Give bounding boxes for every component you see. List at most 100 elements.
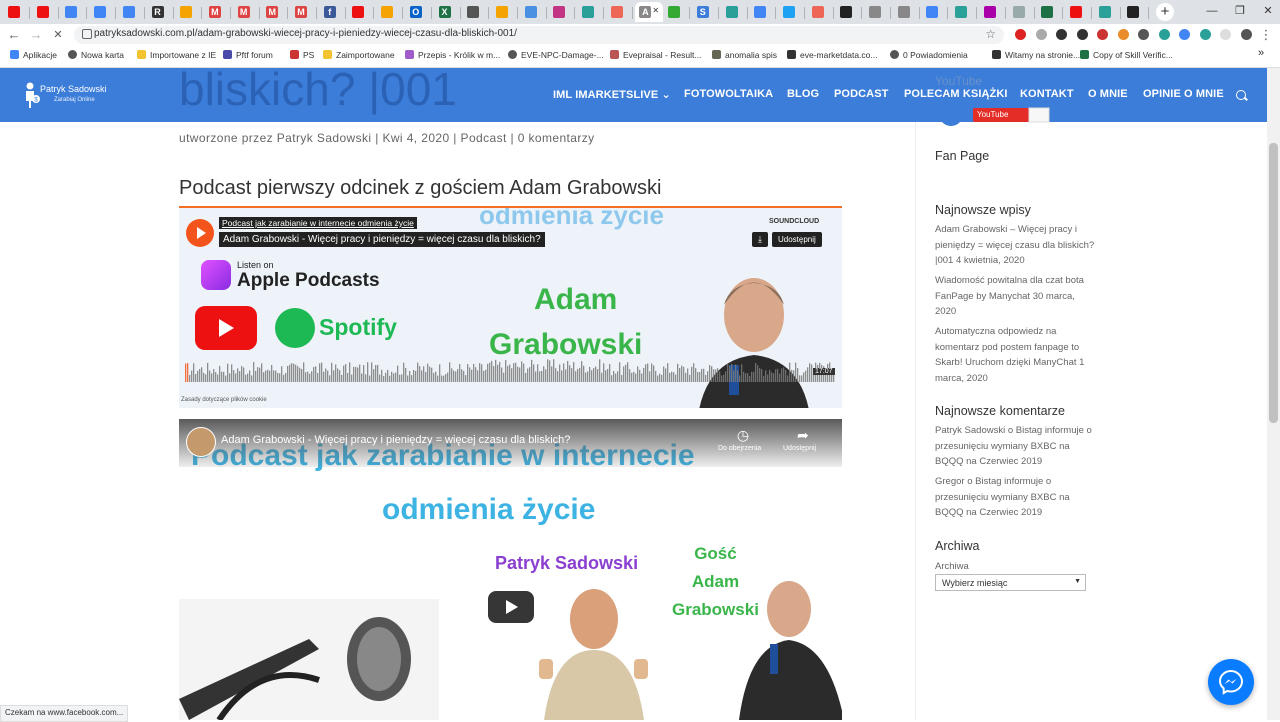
back-button[interactable]: ← [6, 27, 22, 43]
url-text[interactable]: patryksadowski.com.pl/adam-grabowski-wie… [94, 28, 517, 39]
browser-tab[interactable] [119, 2, 145, 22]
share-label[interactable]: Udostępnij [783, 445, 816, 452]
cookie-policy-link[interactable]: Zasady dotyczące plików cookie [181, 397, 267, 403]
page-scrollbar[interactable] [1267, 68, 1280, 720]
browser-tab[interactable] [750, 2, 777, 22]
browser-tab[interactable]: R [148, 2, 174, 22]
share-icon[interactable]: ➦ [797, 427, 809, 444]
browser-tab[interactable] [492, 2, 518, 22]
bookmark-item[interactable]: EVE-NPC-Damage-... [508, 50, 604, 60]
bookmark-item[interactable]: Aplikacje [10, 50, 57, 60]
bookmark-star-icon[interactable]: ☆ [985, 27, 996, 41]
new-tab-button[interactable]: + [1156, 3, 1174, 21]
menu-item[interactable]: IML IMARKETSLIVE ⌄ [553, 88, 671, 101]
bookmark-item[interactable]: Copy of Skill Verific... [1080, 50, 1173, 60]
browser-tab[interactable]: O [406, 2, 432, 22]
latest-post-link[interactable]: Automatyczna odpowiedz na komentarz pod … [935, 324, 1095, 386]
browser-tab[interactable] [33, 2, 59, 22]
watch-later-icon[interactable]: ◷ [728, 427, 758, 444]
latest-post-link[interactable]: Adam Grabowski – Więcej pracy i pieniędz… [935, 222, 1095, 269]
extension-icon[interactable] [1220, 29, 1231, 40]
browser-tab[interactable] [664, 2, 691, 22]
browser-tab[interactable]: S [693, 2, 719, 22]
browser-tab[interactable]: M [291, 2, 317, 22]
lock-icon[interactable] [82, 29, 92, 39]
bookmark-item[interactable]: eve-marketdata.co... [787, 50, 877, 60]
omnibox[interactable]: patryksadowski.com.pl/adam-grabowski-wie… [74, 26, 1004, 44]
extension-icon[interactable] [1199, 29, 1211, 40]
play-button[interactable] [186, 219, 214, 247]
bookmark-item[interactable]: Importowane z IE [137, 50, 216, 60]
soundcloud-logo[interactable]: SOUNDCLOUD [769, 218, 819, 225]
menu-item[interactable]: OPINIE O MNIE [1143, 88, 1224, 100]
youtube-play-button[interactable] [488, 591, 534, 623]
bookmark-item[interactable]: Nowa karta [68, 50, 124, 60]
browser-tab[interactable] [377, 2, 404, 22]
browser-tab[interactable] [549, 2, 576, 22]
track-title[interactable]: Adam Grabowski - Więcej pracy i pieniędz… [219, 232, 545, 247]
browser-tab[interactable] [90, 2, 117, 22]
extension-icon[interactable] [1179, 29, 1190, 40]
browser-tab[interactable] [61, 2, 88, 22]
bookmark-item[interactable]: 0 Powiadomienia [890, 50, 968, 60]
menu-item[interactable]: POLECAM KSIĄŻKI [904, 88, 1008, 100]
menu-item[interactable]: PODCAST [834, 88, 888, 100]
youtube-player[interactable]: Podcast jak zarabianie w internecie odmi… [179, 419, 842, 720]
extension-icon[interactable] [1015, 29, 1026, 40]
browser-tab[interactable] [1123, 2, 1150, 22]
extension-icon[interactable] [1138, 29, 1149, 40]
browser-tab[interactable] [1095, 2, 1121, 22]
browser-tab[interactable] [951, 2, 978, 22]
browser-tab[interactable]: X [435, 2, 461, 22]
download-button[interactable]: ⤓ [752, 232, 768, 247]
browser-tab[interactable] [1066, 2, 1092, 22]
bookmark-item[interactable]: anomalia spis [712, 50, 777, 60]
window-close-button[interactable]: ✕ [1254, 2, 1280, 20]
extension-icon[interactable] [1097, 29, 1108, 40]
stop-loading-button[interactable]: ✕ [50, 27, 66, 43]
maximize-button[interactable]: ❐ [1226, 2, 1254, 20]
browser-tab[interactable] [894, 2, 920, 22]
browser-tab[interactable]: M [205, 2, 231, 22]
browser-tab[interactable] [922, 2, 949, 22]
youtube-subscribe-widget[interactable]: YouTube [935, 102, 1055, 126]
browser-tab[interactable]: A ✕ [635, 2, 664, 22]
archive-month-select[interactable]: Wybierz miesiąc ▼ [935, 574, 1086, 591]
messenger-chat-button[interactable] [1208, 659, 1254, 705]
watch-later-label[interactable]: Do obejrzenia [718, 445, 761, 452]
extension-icon[interactable] [1056, 29, 1067, 40]
browser-tab[interactable] [463, 2, 490, 22]
browser-tab[interactable] [865, 2, 891, 22]
scrollbar-thumb[interactable] [1269, 143, 1278, 423]
browser-tab[interactable] [836, 2, 863, 22]
browser-tab[interactable] [348, 2, 375, 22]
bookmark-item[interactable]: Evepraisal - Result... [610, 50, 701, 60]
latest-post-link[interactable]: Wiadomość powitalna dla czat bota FanPag… [935, 273, 1095, 320]
browser-tab[interactable] [808, 2, 834, 22]
browser-tab[interactable]: f [320, 2, 346, 22]
extension-icon[interactable] [1117, 29, 1129, 40]
channel-avatar[interactable] [186, 427, 216, 457]
forward-button[interactable]: → [28, 27, 44, 43]
latest-comment-link[interactable]: Patryk Sadowski o Bistag informuje o prz… [935, 423, 1095, 470]
browser-tab[interactable] [1009, 2, 1035, 22]
browser-tab[interactable]: M [234, 2, 260, 22]
browser-tab[interactable] [4, 2, 30, 22]
playlist-link[interactable]: Podcast jak zarabianie w internecie odmi… [219, 217, 417, 229]
menu-item[interactable]: BLOG [787, 88, 819, 100]
bookmark-item[interactable]: PS [290, 50, 314, 60]
soundcloud-player[interactable]: odmienia życie Adam Grabowski Podcast ja… [179, 206, 842, 408]
search-icon[interactable] [1236, 90, 1246, 100]
more-bookmarks-button[interactable]: » [1258, 47, 1264, 59]
site-logo[interactable]: $ Patryk Sadowski Zarabiaj Online [22, 82, 122, 110]
browser-tab[interactable] [722, 2, 748, 22]
bookmark-item[interactable]: Witamy na stronie... [992, 50, 1080, 60]
browser-tab[interactable] [521, 2, 547, 22]
video-title[interactable]: Adam Grabowski - Więcej pracy i pieniędz… [221, 434, 570, 446]
minimize-button[interactable]: — [1198, 2, 1226, 20]
browser-tab[interactable]: M [262, 2, 289, 22]
browser-tab[interactable] [578, 2, 604, 22]
extension-icon[interactable] [1035, 29, 1047, 40]
latest-comment-link[interactable]: Gregor o Bistag informuje o przesunięciu… [935, 474, 1095, 521]
extension-icon[interactable] [1240, 29, 1252, 40]
